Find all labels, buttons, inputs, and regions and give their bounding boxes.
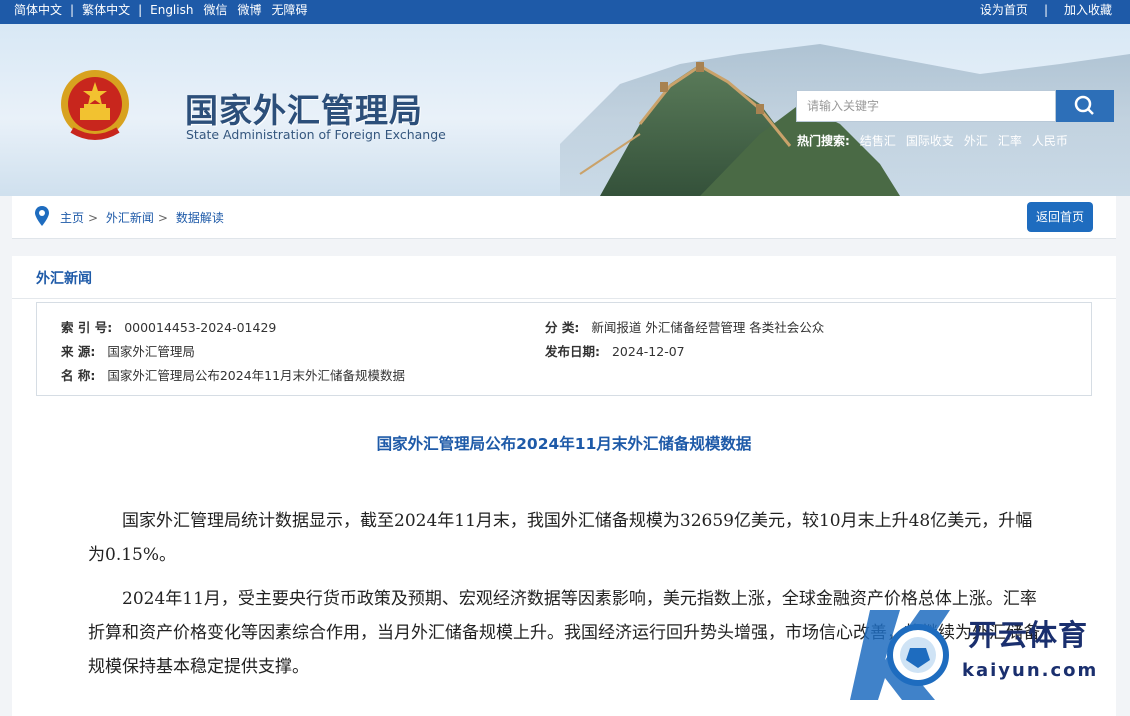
- watermark-brand-en: kaiyun.com: [962, 660, 1099, 681]
- search-icon: [1074, 95, 1094, 115]
- hot-search-label: 热门搜索:: [797, 134, 850, 148]
- hot-term-link[interactable]: 国际收支: [906, 132, 954, 149]
- meta-source-value: 国家外汇管理局: [107, 344, 195, 359]
- national-emblem-icon: [61, 70, 129, 140]
- search-input[interactable]: 请输入关键字: [796, 90, 1056, 122]
- add-favorite-link[interactable]: 加入收藏: [1064, 0, 1112, 20]
- watermark-brand-cn: 开云体育: [968, 618, 1089, 652]
- back-home-button[interactable]: 返回首页: [1027, 202, 1093, 232]
- top-right-links: 设为首页 | 加入收藏: [980, 0, 1112, 20]
- search-button[interactable]: [1056, 90, 1114, 122]
- section-divider: [12, 298, 1116, 299]
- top-bar: 简体中文 | 繁体中文 | English 微信 微博 无障碍 设为首页 | 加入收…: [0, 0, 1130, 24]
- site-title-english: State Administration of Foreign Exchange: [186, 127, 446, 142]
- hot-term-link[interactable]: 结售汇: [860, 132, 896, 149]
- lang-english-link[interactable]: English: [150, 0, 193, 20]
- meta-category-label: 分 类:: [545, 320, 580, 335]
- breadcrumb-news-link[interactable]: 外汇新闻: [106, 211, 154, 225]
- hot-term-link[interactable]: 汇率: [998, 132, 1022, 149]
- meta-index-label: 索 引 号:: [61, 320, 113, 335]
- lang-simplified-link[interactable]: 简体中文: [14, 0, 62, 20]
- hot-term-link[interactable]: 外汇: [964, 132, 988, 149]
- meta-category-value: 新闻报道 外汇储备经营管理 各类社会公众: [591, 320, 825, 335]
- breadcrumb-data-link[interactable]: 数据解读: [176, 211, 224, 225]
- meta-name-label: 名 称:: [61, 368, 96, 383]
- meta-source-label: 来 源:: [61, 344, 96, 359]
- breadcrumb: 主页 > 外汇新闻 > 数据解读: [60, 211, 224, 225]
- location-pin-icon: [35, 206, 49, 226]
- site-title: 国家外汇管理局: [185, 91, 423, 130]
- accessibility-link[interactable]: 无障碍: [272, 0, 308, 20]
- set-homepage-link[interactable]: 设为首页: [980, 0, 1028, 20]
- meta-name-value: 国家外汇管理局公布2024年11月末外汇储备规模数据: [107, 368, 406, 383]
- header-banner: 国家外汇管理局 State Administration of Foreign …: [0, 24, 1130, 196]
- article-title: 国家外汇管理局公布2024年11月末外汇储备规模数据: [376, 435, 752, 453]
- meta-date-value: 2024-12-07: [611, 344, 685, 359]
- document-meta-table: 索 引 号: 000014453-2024-01429 分 类: 新闻报道 外汇…: [36, 302, 1092, 396]
- article-paragraph: 国家外汇管理局统计数据显示，截至2024年11月末，我国外汇储备规模为32659…: [88, 511, 1033, 565]
- meta-index-value: 000014453-2024-01429: [124, 320, 277, 335]
- language-links: 简体中文 | 繁体中文 | English 微信 微博 无障碍: [14, 0, 308, 20]
- breadcrumb-bar: 主页 > 外汇新闻 > 数据解读 返回首页: [12, 196, 1116, 239]
- wechat-link[interactable]: 微信: [203, 0, 227, 20]
- breadcrumb-home-link[interactable]: 主页: [60, 211, 84, 225]
- weibo-link[interactable]: 微博: [237, 0, 261, 20]
- hot-term-link[interactable]: 人民币: [1032, 132, 1068, 149]
- hot-search: 热门搜索: 结售汇 国际收支 外汇 汇率 人民币: [797, 132, 1068, 149]
- lang-traditional-link[interactable]: 繁体中文: [82, 0, 130, 20]
- section-title: 外汇新闻: [36, 271, 92, 287]
- meta-date-label: 发布日期:: [545, 344, 600, 359]
